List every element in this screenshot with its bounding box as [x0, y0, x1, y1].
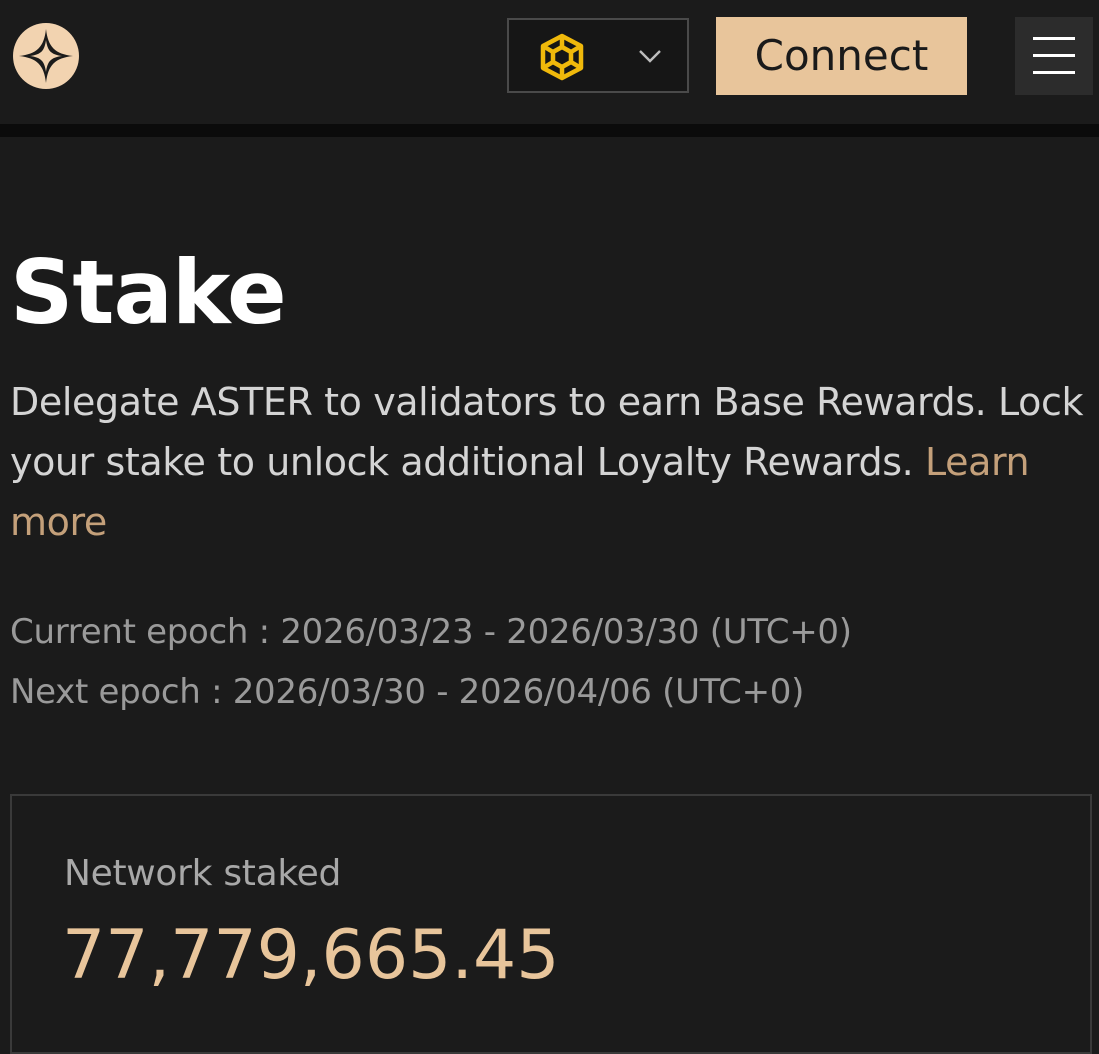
network-staked-card: Network staked 77,779,665.45	[10, 794, 1092, 1054]
next-epoch: Next epoch : 2026/03/30 - 2026/04/06 (UT…	[10, 672, 805, 712]
network-staked-label: Network staked	[64, 853, 342, 894]
connect-wallet-button[interactable]: Connect	[716, 17, 967, 95]
network-staked-value: 77,779,665.45	[62, 916, 560, 995]
chevron-down-icon	[639, 50, 661, 63]
current-epoch: Current epoch : 2026/03/23 - 2026/03/30 …	[10, 612, 852, 652]
page-description: Delegate ASTER to validators to earn Bas…	[10, 372, 1090, 552]
top-navbar: Connect	[0, 0, 1099, 124]
bnb-chain-icon	[540, 33, 584, 81]
page-title: Stake	[10, 241, 287, 344]
hamburger-menu-icon[interactable]	[1015, 17, 1093, 95]
header-divider	[0, 124, 1099, 137]
description-text: Delegate ASTER to validators to earn Bas…	[10, 380, 1084, 484]
network-selector[interactable]	[507, 18, 689, 93]
aster-logo-icon[interactable]	[13, 23, 79, 89]
